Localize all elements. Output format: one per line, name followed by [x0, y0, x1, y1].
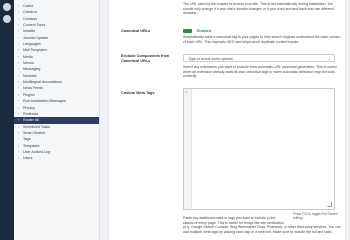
- canonical-description-line: of each URL. This improves SEO and helps…: [183, 39, 300, 44]
- url-description: The URL used by the crawler to access yo…: [183, 2, 341, 16]
- canonical-urls-toggle-label: Enabled: [197, 28, 211, 33]
- custom-meta-tags-editor[interactable]: 1: [183, 88, 335, 210]
- chevron-down-icon: ⌄: [327, 56, 331, 61]
- exclude-description-line: Select any extensions you want to exclud…: [183, 65, 337, 69]
- canonical-description-line: Automatically adds a canonical tag to yo…: [183, 35, 341, 39]
- exclude-description: Select any extensions you want to exclud…: [183, 65, 341, 79]
- editor-gutter: 1: [184, 89, 192, 209]
- exclude-description-line: when an extension already adds its own c…: [183, 69, 335, 74]
- exclude-components-placeholder: Type or select some options: [188, 57, 233, 61]
- settings-panel: The URL used by the crawler to access yo…: [108, 0, 346, 240]
- meta-description: Paste any additional meta or tags you wa…: [183, 216, 341, 234]
- resize-handle-icon[interactable]: [327, 202, 332, 207]
- url-description-line: should only change it if your site's dom…: [183, 6, 334, 11]
- url-description-line: domains.: [183, 11, 198, 16]
- custom-meta-tags-label: Custom Meta Tags: [121, 91, 155, 95]
- canonical-urls-toggle[interactable]: [183, 28, 192, 33]
- url-description-line: The URL used by the crawler to access yo…: [183, 2, 334, 6]
- meta-description-line: add multiple meta tags by placing each t…: [183, 229, 332, 234]
- sidebar: › Cache › Check-in › Contacts › Content Tours › I…: [14, 0, 100, 240]
- exclude-components-label-line: Canonical URLs: [121, 59, 151, 63]
- left-rail: [0, 0, 14, 240]
- sidebar-item-label: Users: [23, 156, 33, 161]
- exclude-components-label: Exclude Components from Canonical URLs: [121, 54, 169, 64]
- exclude-description-line: correctly.: [183, 74, 197, 79]
- user-icon[interactable]: [3, 15, 11, 23]
- settings-icon[interactable]: [3, 3, 11, 11]
- main-content: The URL used by the crawler to access yo…: [100, 0, 350, 240]
- canonical-urls-label: Canonical URLs: [121, 29, 151, 33]
- canonical-description: Automatically adds a canonical tag to yo…: [183, 35, 341, 44]
- exclude-components-select[interactable]: Type or select some options ⌄: [183, 54, 335, 62]
- sidebar-list: › Cache › Check-in › Contacts › Content Tours › I…: [14, 3, 99, 162]
- line-number: 1: [185, 91, 188, 95]
- sidebar-item[interactable]: › Users: [14, 155, 99, 161]
